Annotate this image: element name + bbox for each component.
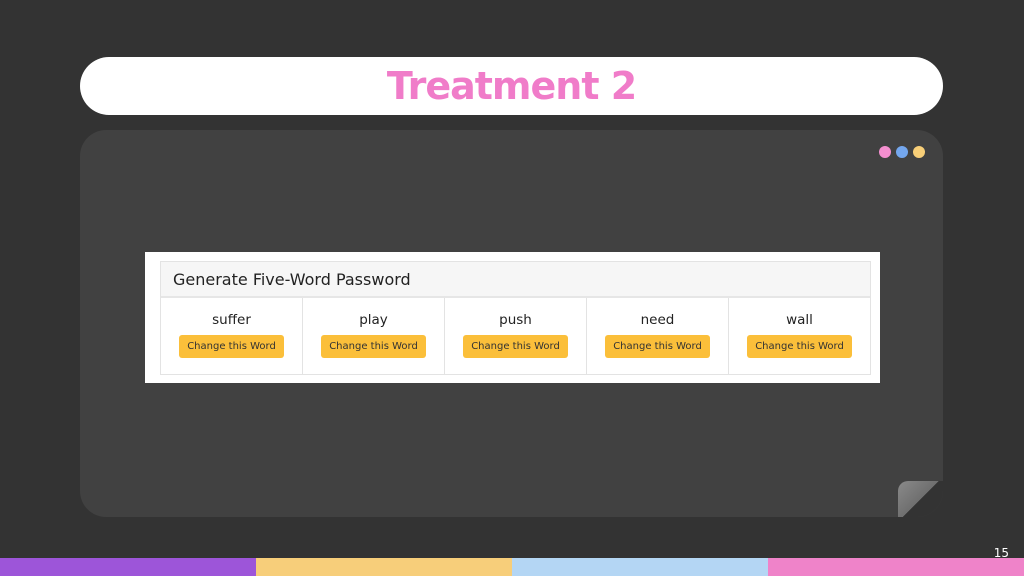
word-list: suffer Change this Word play Change this… <box>161 298 870 375</box>
word-cell-5: wall Change this Word <box>729 298 870 375</box>
pink-dot-icon <box>879 146 891 158</box>
word-text: push <box>499 312 532 328</box>
word-text: suffer <box>212 312 251 328</box>
password-generator-screenshot: Generate Five-Word Password suffer Chang… <box>145 252 880 383</box>
word-cell-1: suffer Change this Word <box>161 298 303 375</box>
change-word-button-1[interactable]: Change this Word <box>179 335 284 358</box>
word-cell-3: push Change this Word <box>445 298 587 375</box>
word-text: need <box>640 312 675 328</box>
word-text: wall <box>786 312 813 328</box>
password-panel: Generate Five-Word Password suffer Chang… <box>160 261 871 375</box>
word-cell-4: need Change this Word <box>587 298 729 375</box>
accent-stripe-bar <box>0 558 1024 576</box>
word-cell-2: play Change this Word <box>303 298 445 375</box>
slide-title: Treatment 2 <box>386 64 637 108</box>
yellow-dot-icon <box>913 146 925 158</box>
accent-stripe-purple <box>0 558 256 576</box>
panel-header: Generate Five-Word Password <box>161 262 870 298</box>
change-word-button-3[interactable]: Change this Word <box>463 335 568 358</box>
change-word-button-5[interactable]: Change this Word <box>747 335 852 358</box>
page-curl-icon <box>898 481 943 517</box>
page-number: 15 <box>993 546 1009 560</box>
slide-title-bar: Treatment 2 <box>80 57 943 115</box>
change-word-button-4[interactable]: Change this Word <box>605 335 710 358</box>
content-card: Generate Five-Word Password suffer Chang… <box>80 130 943 517</box>
accent-stripe-blue <box>512 558 768 576</box>
word-text: play <box>359 312 388 328</box>
accent-stripe-pink <box>768 558 1024 576</box>
window-dots <box>879 146 925 158</box>
blue-dot-icon <box>896 146 908 158</box>
change-word-button-2[interactable]: Change this Word <box>321 335 426 358</box>
accent-stripe-yellow <box>256 558 512 576</box>
